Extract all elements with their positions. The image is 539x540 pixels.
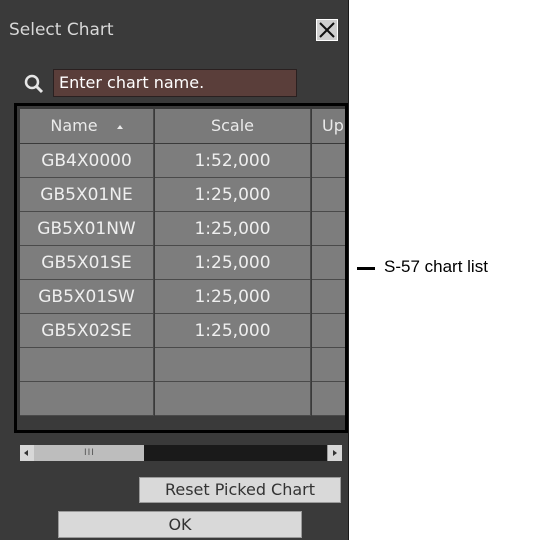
empty-cell[interactable] xyxy=(155,382,311,416)
cell-scale[interactable]: 1:52,000 xyxy=(155,144,311,178)
cell-up[interactable] xyxy=(312,212,345,246)
chart-name-search-input[interactable]: Enter chart name. xyxy=(53,69,297,97)
empty-cell[interactable] xyxy=(20,348,154,382)
cell-scale[interactable]: 1:25,000 xyxy=(155,314,311,348)
search-row: Enter chart name. xyxy=(0,66,348,100)
select-chart-dialog: Select Chart Enter chart name. Name Scal… xyxy=(0,0,349,540)
ok-button[interactable]: OK xyxy=(58,511,302,538)
reset-picked-chart-button[interactable]: Reset Picked Chart xyxy=(139,477,341,503)
cell-up[interactable] xyxy=(312,144,345,178)
scroll-track[interactable] xyxy=(144,445,327,461)
scroll-right-button[interactable] xyxy=(327,445,342,461)
cell-name[interactable]: GB5X01SE xyxy=(20,246,154,280)
arrow-right-icon xyxy=(333,450,337,456)
scroll-thumb[interactable]: III xyxy=(34,445,144,461)
close-button[interactable] xyxy=(316,19,338,41)
column-header-update[interactable]: Up xyxy=(312,109,345,143)
column-header-name[interactable]: Name xyxy=(20,109,154,143)
dialog-title: Select Chart xyxy=(9,20,114,40)
empty-cell[interactable] xyxy=(312,348,345,382)
cell-name[interactable]: GB5X01NW xyxy=(20,212,154,246)
search-icon xyxy=(24,74,44,94)
empty-cell[interactable] xyxy=(312,382,345,416)
column-header-scale[interactable]: Scale xyxy=(155,109,311,143)
cell-scale[interactable]: 1:25,000 xyxy=(155,212,311,246)
cell-scale[interactable]: 1:25,000 xyxy=(155,246,311,280)
cell-up[interactable] xyxy=(312,246,345,280)
callout-label: S-57 chart list xyxy=(384,257,488,276)
cell-name[interactable]: GB5X01SW xyxy=(20,280,154,314)
column-header-label: Up xyxy=(322,116,344,135)
close-icon xyxy=(319,22,335,38)
cell-scale[interactable]: 1:25,000 xyxy=(155,178,311,212)
horizontal-scrollbar[interactable]: III xyxy=(20,445,342,461)
title-bar: Select Chart xyxy=(0,0,348,46)
callout-leader-line xyxy=(357,267,375,270)
empty-cell[interactable] xyxy=(20,382,154,416)
cell-up[interactable] xyxy=(312,314,345,348)
cell-name[interactable]: GB5X02SE xyxy=(20,314,154,348)
scroll-left-button[interactable] xyxy=(20,445,35,461)
sort-ascending-icon xyxy=(116,124,123,129)
arrow-left-icon xyxy=(24,450,28,456)
column-header-label: Scale xyxy=(210,116,255,135)
column-header-label: Name xyxy=(50,116,98,135)
empty-cell[interactable] xyxy=(155,348,311,382)
cell-scale[interactable]: 1:25,000 xyxy=(155,280,311,314)
cell-up[interactable] xyxy=(312,280,345,314)
chart-list: Name Scale Up GB4X0000 1:52,000 GB5X01NE 1:… xyxy=(14,103,348,433)
cell-name[interactable]: GB4X0000 xyxy=(20,144,154,178)
cell-up[interactable] xyxy=(312,178,345,212)
cell-name[interactable]: GB5X01NE xyxy=(20,178,154,212)
grip-icon: III xyxy=(84,448,95,458)
